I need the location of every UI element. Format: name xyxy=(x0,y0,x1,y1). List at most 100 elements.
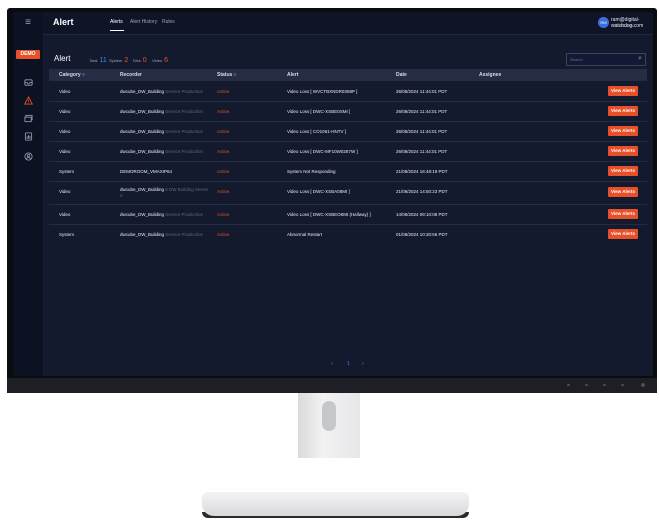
cell-alert: Video Loss [ DWC-MF10W0287W ] xyxy=(287,149,358,154)
cell-status: Active xyxy=(217,109,230,114)
count-total[interactable]: Total 11 xyxy=(89,57,107,64)
filter-icon: ≡ xyxy=(233,72,237,78)
view-alerts-button[interactable]: View Alerts xyxy=(608,229,638,239)
view-alerts-button[interactable]: View Alerts xyxy=(608,166,638,176)
user-subtitle: DEMO-DEV xyxy=(613,23,635,28)
cell-category: Video xyxy=(59,212,71,217)
cell-recorder: dwcube_DW_Building Service Production xyxy=(120,109,204,114)
view-alerts-button[interactable]: View Alerts xyxy=(608,126,638,136)
view-alerts-button[interactable]: View Alerts xyxy=(608,187,638,197)
screen: ≡ DEMO Alert Alerts Alert History Rules … xyxy=(13,12,653,376)
cell-recorder: dwcube_DW_Building Service Production xyxy=(120,149,204,154)
table-row: System DEMOROOM_VMAXIP64 Active System N… xyxy=(49,162,647,182)
cell-status: Active xyxy=(217,169,230,174)
table-row: Video dwcube_DW_Building Service Product… xyxy=(49,122,647,142)
column-category[interactable]: Category ≡ xyxy=(59,72,85,78)
cell-alert: Video Loss [ CO1061-HNTV ] xyxy=(287,129,346,134)
power-icon xyxy=(641,383,645,387)
search-icon[interactable]: ⌕ xyxy=(638,55,642,63)
cell-recorder: DEMOROOM_VMAXIP64 xyxy=(120,169,173,174)
monitor-button xyxy=(603,384,606,386)
view-alerts-button[interactable]: View Alerts xyxy=(608,86,638,96)
table-row: System dwcube_DW_Building Service Produc… xyxy=(49,225,647,244)
count-label: Disk xyxy=(133,58,141,63)
cell-alert: Video Loss [ DWC-XSBEO8MI (Hallway) ] xyxy=(287,212,371,217)
table-row: Video dwcube_DW_Building Service Product… xyxy=(49,102,647,122)
cell-date: 26/08/2024 11:44:01 PDT xyxy=(396,129,448,134)
monitor-button xyxy=(621,384,624,386)
report-icon[interactable] xyxy=(13,132,43,143)
count-video[interactable]: Video 6 xyxy=(152,57,168,64)
monitor-button xyxy=(585,384,588,386)
cell-recorder: dwcube_DW_Building Service Production xyxy=(120,232,204,237)
count-disk[interactable]: Disk 0 xyxy=(133,57,147,64)
cell-alert: Video Loss [ DWC-XSBE0SMI ] xyxy=(287,109,351,114)
column-date: Date xyxy=(396,72,407,78)
cell-status: Active xyxy=(217,232,230,237)
pagination-next[interactable]: › xyxy=(362,361,364,367)
avatar[interactable]: RM xyxy=(598,17,609,28)
monitor-chin xyxy=(7,378,657,393)
cell-date: 26/08/2024 11:44:01 PDT xyxy=(396,109,448,114)
search-placeholder: Search xyxy=(570,57,583,62)
count-value: 6 xyxy=(164,57,169,64)
view-alerts-button[interactable]: View Alerts xyxy=(608,209,638,219)
cell-recorder: dwcube_DW_Building Service Production xyxy=(120,129,204,134)
cell-status: Active xyxy=(217,129,230,134)
inbox-icon[interactable] xyxy=(13,78,43,89)
view-alerts-button[interactable]: View Alerts xyxy=(608,106,638,116)
count-label: Video xyxy=(152,58,163,63)
cell-category: System xyxy=(59,232,75,237)
count-value: 2 xyxy=(124,57,129,64)
cell-date: 14/08/2024 09:10:08 PDT xyxy=(396,212,448,217)
page-title: Alert xyxy=(54,54,71,63)
cell-status: Active xyxy=(217,89,230,94)
table-row: Video dwcube_DW_Building Service Product… xyxy=(49,142,647,162)
cell-recorder: dwcube_DW_Building Service Production xyxy=(120,89,204,94)
alert-icon[interactable] xyxy=(13,95,43,107)
cell-alert: Video Loss [ DWC-XSBA08MI ] xyxy=(287,189,350,194)
monitor-base xyxy=(202,492,469,516)
cell-recorder: dwcube_DW_Building Service Production xyxy=(120,212,204,217)
column-assignee: Assignee xyxy=(479,72,502,78)
cell-alert: Abnormal Restart xyxy=(287,232,323,237)
column-recorder: Recorder xyxy=(120,72,142,78)
cell-status: Active xyxy=(217,149,230,154)
tab-alert-history[interactable]: Alert History xyxy=(130,19,157,25)
cell-date: 21/08/2024 14:50:23 PDT xyxy=(396,189,448,194)
view-alerts-button[interactable]: View Alerts xyxy=(608,146,638,156)
cell-date: 01/08/2024 10:30:56 PDT xyxy=(396,232,448,237)
search-input[interactable]: Search ⌕ xyxy=(566,53,646,66)
cable-hole xyxy=(322,401,336,431)
cell-status: Active xyxy=(217,212,230,217)
table-row: Video dwcube_DW_Building Service Product… xyxy=(49,82,647,102)
cell-alert: Video Loss [ WVCTBXNDR0358P ] xyxy=(287,89,358,94)
column-status[interactable]: Status ≡ xyxy=(217,72,237,78)
pagination-current[interactable]: 1 xyxy=(347,361,350,367)
user-circle-icon[interactable] xyxy=(13,152,43,163)
cell-category: System xyxy=(59,169,75,174)
cell-date: 26/08/2024 11:44:01 PDT xyxy=(396,89,448,94)
cell-category: Video xyxy=(59,149,71,154)
app-title: Alert xyxy=(53,17,74,27)
table-row: Video dwcube_DW_Building Service Product… xyxy=(49,205,647,225)
cell-category: Video xyxy=(59,109,71,114)
cell-recorder: dwcube_DW_Building 8 DW Building Server … xyxy=(120,187,209,198)
cell-date: 26/08/2024 11:44:01 PDT xyxy=(396,149,448,154)
tab-rules[interactable]: Rules xyxy=(162,19,175,25)
pagination-prev[interactable]: ‹ xyxy=(331,361,333,367)
monitor-button xyxy=(567,384,570,386)
sidebar: ≡ DEMO xyxy=(13,12,43,376)
count-value: 11 xyxy=(99,57,107,64)
table-row: Video dwcube_DW_Building 8 DW Building S… xyxy=(49,182,647,205)
devices-icon[interactable] xyxy=(13,114,43,125)
count-system[interactable]: System 2 xyxy=(109,57,128,64)
count-label: Total xyxy=(89,58,98,63)
menu-icon[interactable]: ≡ xyxy=(13,17,43,28)
top-bar: Alert Alerts Alert History Rules RM ram@… xyxy=(43,12,653,35)
cell-alert: System Not Responding xyxy=(287,169,336,174)
demo-badge: DEMO xyxy=(16,50,40,59)
cell-category: Video xyxy=(59,89,71,94)
column-alert: Alert xyxy=(287,72,299,78)
tab-alerts[interactable]: Alerts xyxy=(110,19,123,25)
